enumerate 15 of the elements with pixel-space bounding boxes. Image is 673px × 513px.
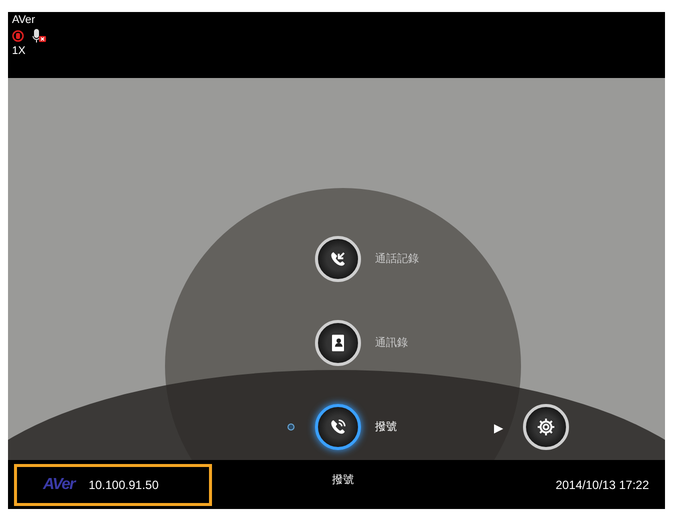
menu-label[interactable]: 通訊錄 xyxy=(375,334,408,352)
phone-arrow-icon xyxy=(329,250,347,268)
brand-logo: AVer xyxy=(43,474,75,494)
phone-signal-icon xyxy=(329,418,347,436)
zoom-level: 1X xyxy=(12,45,26,58)
menu-label[interactable]: 通話記錄 xyxy=(375,250,419,268)
brand-label: AVer xyxy=(12,14,36,27)
mode-label: 撥號 xyxy=(332,473,354,488)
address-book-icon xyxy=(330,334,346,352)
settings-icon xyxy=(536,417,556,437)
ip-address: 10.100.91.50 xyxy=(88,476,159,494)
dot-icon xyxy=(287,423,295,431)
next-arrow[interactable]: ▶ xyxy=(494,419,503,437)
date-time: 2014/10/13 17:22 xyxy=(556,476,649,494)
menu-label[interactable]: 撥號 xyxy=(375,418,397,436)
